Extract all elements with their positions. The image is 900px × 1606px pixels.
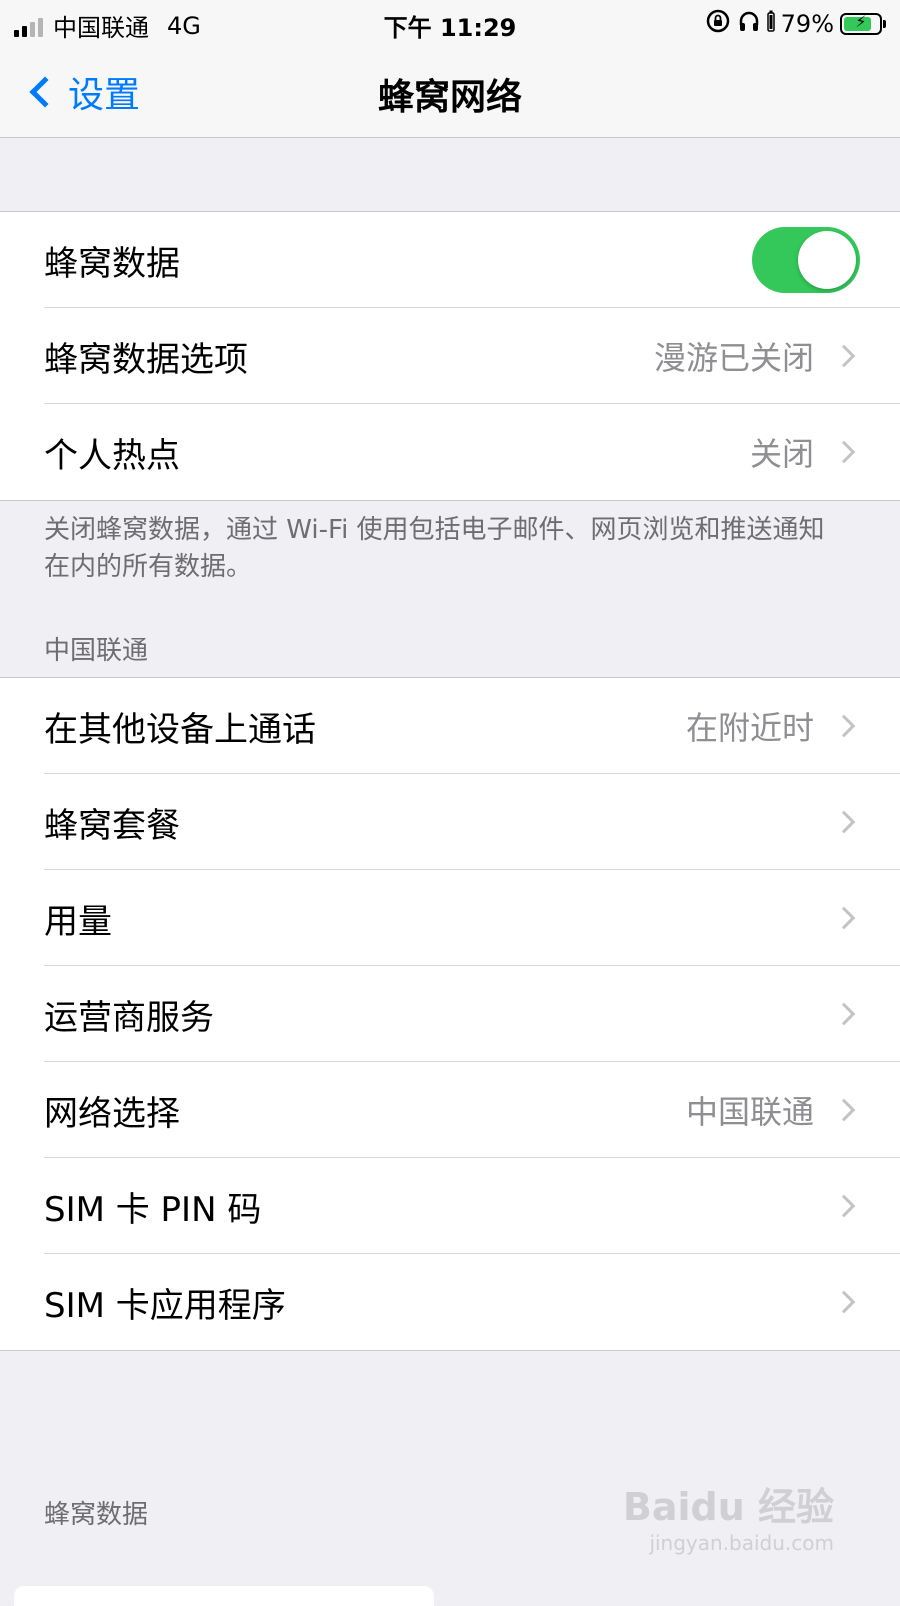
calls-other-devices-row[interactable]: 在其他设备上通话 在附近时 [0,678,900,774]
cellular-plan-label: 蜂窝套餐 [44,805,180,846]
headphones-icon [737,9,761,39]
rotation-lock-icon [705,8,731,40]
watermark-sub: jingyan.baidu.com [649,1531,834,1555]
network-selection-label: 网络选择 [44,1093,180,1134]
section-header-carrier: 中国联通 [44,636,149,666]
cellular-data-toggle[interactable] [752,227,860,293]
sim-apps-row[interactable]: SIM 卡应用程序 [0,1254,900,1350]
personal-hotspot-row[interactable]: 个人热点 关闭 [0,404,900,500]
carrier-services-label: 运营商服务 [44,997,214,1038]
chevron-right-icon [832,714,856,738]
cellular-data-row: 蜂窝数据 [0,212,900,308]
cellular-data-options-label: 蜂窝数据选项 [44,339,248,380]
page-title: 蜂窝网络 [377,77,522,118]
sim-pin-label: SIM 卡 PIN 码 [44,1189,262,1230]
network-selection-row[interactable]: 网络选择 中国联通 [0,1062,900,1158]
personal-hotspot-value: 关闭 [749,435,814,473]
chevron-right-icon [832,906,856,930]
navigation-bar: 设置 蜂窝网络 [0,48,900,138]
next-group-edge [14,1586,434,1606]
network-selection-value: 中国联通 [685,1093,814,1131]
headphone-battery-icon [766,10,775,38]
calls-other-devices-value: 在附近时 [685,709,814,747]
calls-other-devices-label: 在其他设备上通话 [44,709,316,750]
chevron-right-icon [832,344,856,368]
chevron-right-icon [832,1002,856,1026]
section-header-cellular-data: 蜂窝数据 [44,1500,149,1530]
sim-apps-label: SIM 卡应用程序 [44,1285,286,1326]
status-bar: 中国联通 4G 下午 11:29 79% ⚡ [0,0,900,48]
baidu-watermark: Baidu 经验 jingyan.baidu.com [623,1476,834,1555]
cellular-data-options-row[interactable]: 蜂窝数据选项 漫游已关闭 [0,308,900,404]
carrier-services-row[interactable]: 运营商服务 [0,966,900,1062]
cellular-plan-row[interactable]: 蜂窝套餐 [0,774,900,870]
cellular-data-label: 蜂窝数据 [44,243,180,284]
usage-label: 用量 [44,901,112,942]
chevron-right-icon [832,810,856,834]
chevron-right-icon [832,1194,856,1218]
cellular-data-options-value: 漫游已关闭 [653,339,814,377]
chevron-right-icon [832,1098,856,1122]
sim-pin-row[interactable]: SIM 卡 PIN 码 [0,1158,900,1254]
personal-hotspot-label: 个人热点 [44,435,180,476]
battery-percent: 79% [780,10,834,38]
cellular-settings-group: 蜂窝数据 蜂窝数据选项 漫游已关闭 个人热点 关闭 [0,211,900,501]
watermark-main: Baidu 经验 [622,1485,834,1529]
carrier-settings-group: 在其他设备上通话 在附近时 蜂窝套餐 用量 运营商服务 网络选择 中国联通 SI… [0,677,900,1351]
chevron-right-icon [832,1290,856,1314]
status-right: 79% ⚡ [705,8,886,40]
toggle-knob [798,231,856,289]
chevron-right-icon [832,440,856,464]
cellular-data-footer: 关闭蜂窝数据，通过 Wi-Fi 使用包括电子邮件、网页浏览和推送通知在内的所有数… [44,515,825,582]
usage-row[interactable]: 用量 [0,870,900,966]
battery-icon: ⚡ [840,12,886,35]
